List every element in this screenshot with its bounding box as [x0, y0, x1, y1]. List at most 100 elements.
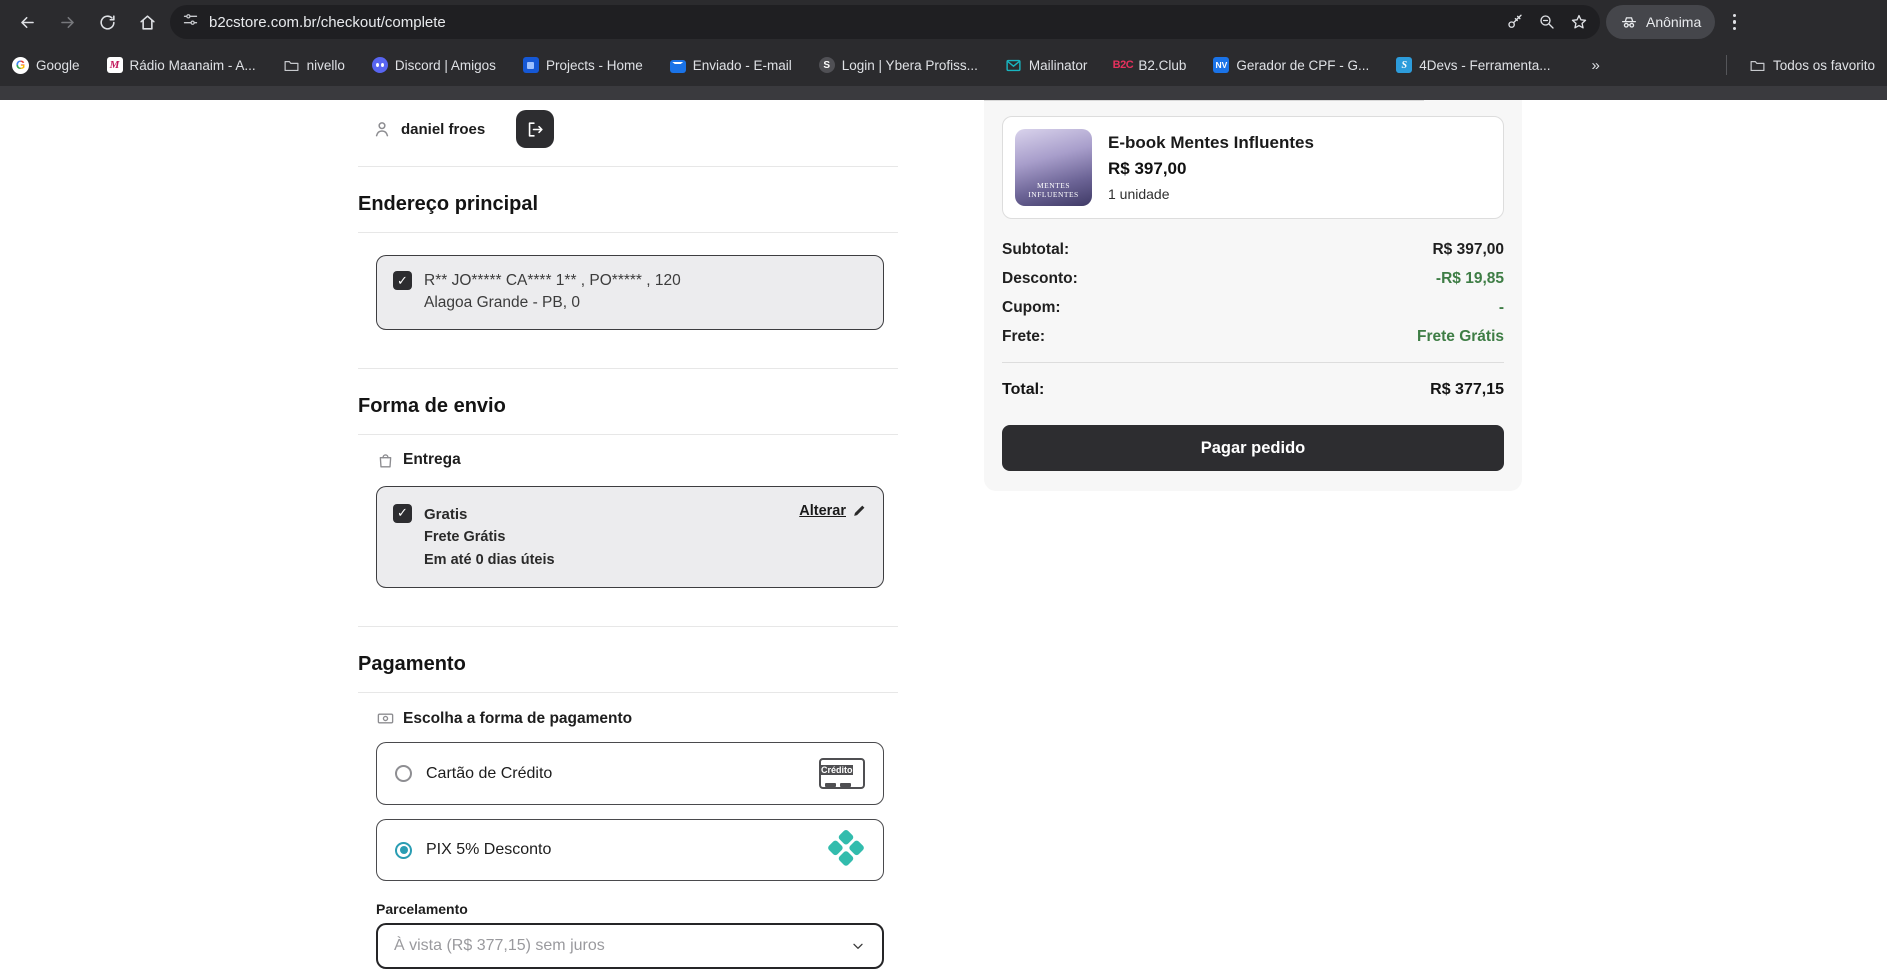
payment-group-label: Escolha a forma de pagamento	[376, 709, 898, 728]
page-header-band	[0, 86, 1887, 100]
bookmark-google[interactable]: G Google	[12, 56, 80, 74]
product-cover-image: MENTES INFLUENTES	[1015, 129, 1092, 206]
bookmark-mailinator[interactable]: Mailinator	[1005, 57, 1087, 74]
back-icon	[20, 16, 34, 28]
password-key-icon[interactable]	[1506, 13, 1524, 31]
product-item: MENTES INFLUENTES E-book Mentes Influent…	[1002, 116, 1504, 219]
forward-icon	[60, 16, 74, 28]
address-section-title: Endereço principal	[358, 193, 539, 215]
installments-value: À vista (R$ 377,15) sem juros	[394, 937, 605, 955]
url-text[interactable]: b2cstore.com.br/checkout/complete	[209, 14, 1496, 31]
coupon-value: -	[1498, 299, 1504, 316]
summary-row-shipping: Frete: Frete Grátis	[1002, 328, 1504, 345]
pix-radio[interactable]	[395, 841, 412, 859]
bookmark-discord[interactable]: Discord | Amigos	[371, 57, 496, 73]
browser-toolbar: b2cstore.com.br/checkout/complete Anônim…	[0, 0, 1887, 44]
bookmark-ybera[interactable]: S Login | Ybera Profiss...	[818, 57, 978, 73]
bookmarks-bar: G Google M Rádio Maanaim - A... nivello …	[0, 44, 1887, 86]
back-button[interactable]	[10, 5, 44, 39]
home-button[interactable]	[130, 5, 164, 39]
reload-button[interactable]	[90, 5, 124, 39]
shipping-option-name: Gratis	[424, 505, 468, 523]
payment-section-title: Pagamento	[358, 653, 466, 676]
credit-card-icon: Crédito	[819, 758, 865, 790]
incognito-badge[interactable]: Anônima	[1606, 5, 1716, 39]
product-cover-text: MENTES INFLUENTES	[1028, 181, 1079, 199]
bookmark-nivello[interactable]: nivello	[283, 57, 345, 74]
pix-icon	[825, 828, 867, 871]
payment-option-pix[interactable]: PIX 5% Desconto	[376, 819, 884, 882]
pay-order-button[interactable]: Pagar pedido	[1002, 425, 1504, 471]
product-title: E-book Mentes Influentes	[1108, 133, 1314, 152]
summary-row-total: Total: R$ 377,15	[1002, 381, 1504, 398]
payment-option-credit-card[interactable]: Cartão de Crédito Crédito	[376, 742, 884, 806]
b2club-icon: B2C	[1112, 59, 1134, 71]
shipping-option[interactable]: ✓ Gratis Frete Grátis Em até 0 dias útei…	[376, 485, 884, 589]
google-icon: G	[12, 56, 29, 74]
credit-card-radio[interactable]	[395, 765, 412, 783]
discord-icon	[371, 57, 388, 73]
product-price: R$ 397,00	[1108, 158, 1187, 178]
shipping-group-label: Entrega	[376, 451, 898, 470]
divider	[358, 433, 898, 435]
radio-maanaim-icon: M	[106, 57, 123, 73]
shipping-section-title: Forma de envio	[358, 394, 506, 417]
divider	[1002, 362, 1504, 363]
projects-icon	[522, 57, 539, 73]
browser-menu-button[interactable]	[1721, 13, 1747, 31]
logout-icon	[528, 121, 543, 137]
credit-card-label: Cartão de Crédito	[426, 764, 553, 782]
bookmark-projects[interactable]: Projects - Home	[522, 57, 643, 73]
product-quantity: 1 unidade	[1108, 186, 1170, 202]
summary-row-coupon: Cupom: -	[1002, 299, 1504, 316]
zoom-icon[interactable]	[1538, 13, 1556, 31]
address-line-2: Alagoa Grande - PB, 0	[424, 294, 580, 312]
bookmark-b2club[interactable]: B2C B2.Club	[1112, 57, 1187, 74]
shipping-checkbox[interactable]: ✓	[393, 503, 412, 523]
divider	[358, 692, 898, 694]
all-bookmarks-button[interactable]: Todos os favorito	[1749, 57, 1875, 74]
address-option[interactable]: ✓ R** JO***** CA**** 1** , PO***** , 120…	[376, 255, 884, 330]
reload-icon	[99, 14, 115, 30]
order-summary-card: MENTES INFLUENTES E-book Mentes Influent…	[984, 100, 1522, 491]
checkout-page: daniel froes Endereço principal ✓ R** JO…	[0, 100, 1887, 969]
bookmarks-separator	[1725, 55, 1727, 75]
site-settings-icon[interactable]	[182, 11, 199, 33]
folder-icon	[1749, 57, 1766, 74]
divider	[358, 367, 898, 369]
bookmark-radio-maanaim[interactable]: M Rádio Maanaim - A...	[106, 57, 256, 73]
incognito-label: Anônima	[1646, 14, 1702, 30]
total-value: R$ 377,15	[1430, 381, 1504, 398]
ybera-icon: S	[818, 57, 835, 73]
address-line-1: R** JO***** CA**** 1** , PO***** , 120	[424, 272, 681, 289]
browser-chrome: b2cstore.com.br/checkout/complete Anônim…	[0, 0, 1887, 86]
installments-select[interactable]: À vista (R$ 377,15) sem juros	[376, 923, 884, 969]
shipping-option-eta: Em até 0 dias úteis	[424, 551, 555, 568]
pencil-icon[interactable]	[852, 503, 867, 518]
incognito-icon	[1621, 17, 1637, 28]
nv-icon: NV	[1213, 57, 1230, 73]
forward-button[interactable]	[50, 5, 84, 39]
shipping-value: Frete Grátis	[1416, 328, 1504, 345]
bookmark-enviado-email[interactable]: Enviado - E-mail	[669, 58, 792, 73]
address-checkbox[interactable]: ✓	[393, 271, 412, 290]
user-icon	[375, 122, 389, 137]
mailinator-icon	[1005, 57, 1022, 74]
folder-icon	[283, 57, 300, 74]
chevron-down-icon	[853, 943, 863, 950]
logout-button[interactable]	[516, 110, 555, 148]
bookmark-4devs[interactable]: S 4Devs - Ferramenta...	[1396, 57, 1551, 73]
divider	[358, 626, 898, 628]
summary-row-subtotal: Subtotal: R$ 397,00	[1002, 241, 1504, 258]
bookmarks-overflow-button[interactable]: »	[1592, 57, 1600, 74]
bookmark-star-icon[interactable]	[1570, 13, 1588, 31]
banknote-icon	[377, 713, 394, 724]
shopping-bag-icon	[379, 454, 392, 468]
bookmark-gerador-cpf[interactable]: NV Gerador de CPF - G...	[1213, 57, 1369, 73]
email-icon	[669, 59, 686, 73]
address-bar[interactable]: b2cstore.com.br/checkout/complete	[170, 5, 1600, 39]
change-shipping-link[interactable]: Alterar	[799, 503, 846, 519]
subtotal-value: R$ 397,00	[1432, 241, 1504, 258]
user-row: daniel froes	[372, 110, 898, 148]
summary-row-discount: Desconto: -R$ 19,85	[1002, 270, 1504, 287]
